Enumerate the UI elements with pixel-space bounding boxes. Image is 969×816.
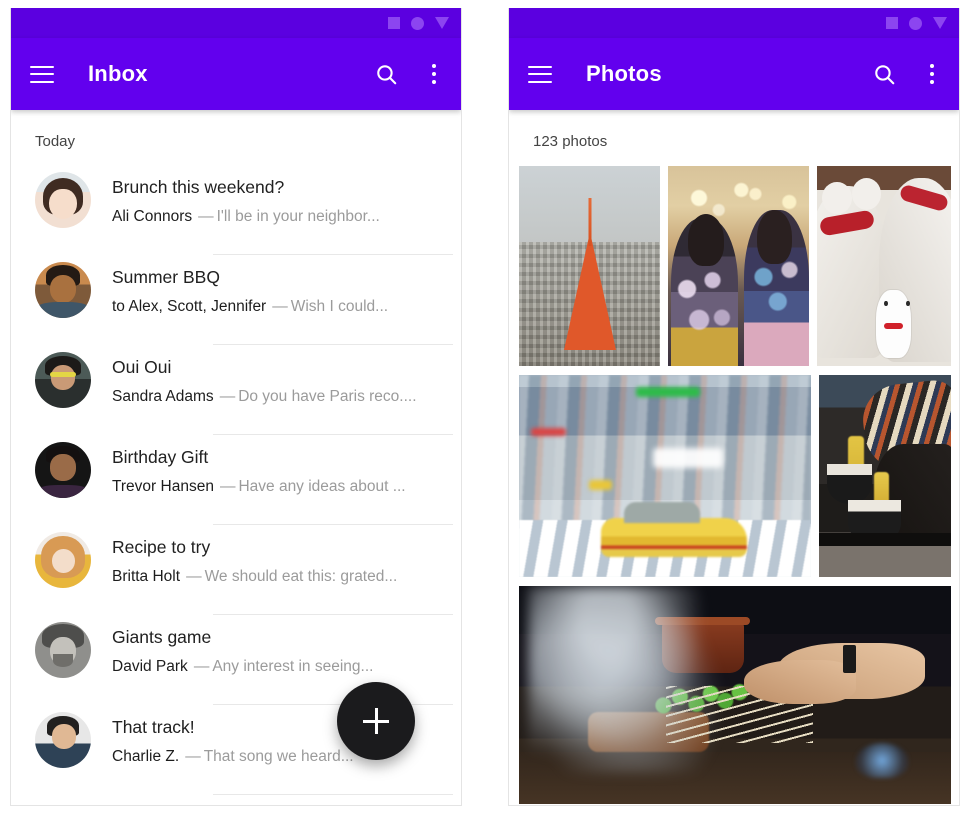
more-vertical-icon[interactable] — [921, 57, 943, 91]
circle-icon — [411, 16, 424, 30]
inbox-content: Today Brunch this weekend? Ali Connors — I… — [11, 110, 461, 805]
mail-snippet: Ali Connors — I'll be in your neighbor... — [112, 205, 453, 229]
mail-dash: — — [272, 298, 288, 315]
mail-sender: Charlie Z. — [112, 748, 180, 765]
mail-text: Summer BBQ to Alex, Scott, Jennifer — Wish… — [112, 255, 453, 345]
list-item[interactable]: Brunch this weekend? Ali Connors — I'll be… — [11, 165, 461, 255]
photo-count-label: 123 photos — [533, 133, 608, 150]
triangle-icon — [933, 17, 947, 29]
mail-text: Oui Oui Sandra Adams — Do you have Paris r… — [112, 345, 453, 435]
photo-thumbnail[interactable] — [819, 375, 951, 577]
mail-dash: — — [219, 388, 236, 405]
search-icon[interactable] — [867, 57, 901, 91]
search-icon[interactable] — [369, 57, 403, 91]
mail-sender: David Park — [112, 658, 188, 675]
hamburger-menu-icon[interactable] — [27, 57, 57, 91]
photo-thumbnail[interactable] — [817, 166, 951, 366]
dual-phone-preview: Inbox Today Brunch this weekend? Ali Con… — [0, 0, 969, 816]
avatar — [35, 532, 91, 588]
triangle-icon — [435, 17, 449, 29]
photos-content: 123 photos — [509, 110, 959, 805]
mail-text: Recipe to try Britta Holt — We should eat … — [112, 525, 453, 615]
more-vertical-icon[interactable] — [423, 57, 445, 91]
avatar — [35, 712, 91, 768]
status-icon-group — [886, 8, 947, 38]
mail-dash: — — [185, 748, 201, 765]
avatar — [35, 172, 91, 228]
avatar — [35, 442, 91, 498]
photos-panel: Photos 123 photos — [508, 8, 960, 806]
list-divider — [213, 794, 453, 795]
avatar — [35, 262, 91, 318]
mail-subject: Oui Oui — [112, 357, 172, 377]
hamburger-menu-icon[interactable] — [525, 57, 555, 91]
page-title: Photos — [586, 61, 662, 86]
mail-preview: That song we heard... — [203, 748, 354, 765]
mail-snippet: Trevor Hansen — Have any ideas about ... — [112, 475, 453, 499]
mail-sender: Trevor Hansen — [112, 478, 214, 495]
photo-thumbnail[interactable] — [519, 166, 660, 366]
list-item[interactable]: Birthday Gift Trevor Hansen — Have any ide… — [11, 435, 461, 525]
mail-subject: Birthday Gift — [112, 447, 209, 467]
inbox-app-bar: Inbox — [11, 38, 461, 110]
photo-grid — [519, 166, 951, 805]
inbox-status-bar — [11, 8, 461, 38]
square-icon — [886, 17, 898, 29]
mail-dash: — — [186, 568, 202, 585]
mail-preview: Any interest in seeing... — [212, 658, 374, 675]
compose-fab-button[interactable] — [337, 682, 415, 760]
mail-subject: Giants game — [112, 627, 212, 647]
mail-text: Birthday Gift Trevor Hansen — Have any ide… — [112, 435, 453, 525]
section-header-today: Today — [35, 133, 76, 150]
list-item[interactable]: Summer BBQ to Alex, Scott, Jennifer — Wish… — [11, 255, 461, 345]
circle-icon — [909, 16, 922, 30]
mail-dash: — — [198, 208, 214, 225]
mail-snippet: David Park — Any interest in seeing... — [112, 655, 453, 679]
mail-preview: Do you have Paris reco.... — [238, 388, 417, 405]
avatar — [35, 622, 91, 678]
mail-snippet: Sandra Adams — Do you have Paris reco.... — [112, 385, 453, 409]
status-icon-group — [388, 8, 449, 38]
mail-snippet: to Alex, Scott, Jennifer — Wish I could... — [112, 295, 453, 319]
avatar — [35, 352, 91, 408]
page-title: Inbox — [88, 61, 148, 86]
square-icon — [388, 17, 400, 29]
photo-thumbnail[interactable] — [668, 166, 809, 366]
mail-sender: Sandra Adams — [112, 388, 214, 405]
mail-preview: I'll be in your neighbor... — [216, 208, 380, 225]
photo-thumbnail[interactable] — [519, 375, 811, 577]
inbox-panel: Inbox Today Brunch this weekend? Ali Con… — [10, 8, 462, 806]
mail-snippet: Britta Holt — We should eat this: grated..… — [112, 565, 453, 589]
list-item[interactable]: Oui Oui Sandra Adams — Do you have Paris r… — [11, 345, 461, 435]
list-item[interactable]: Recipe to try Britta Holt — We should eat … — [11, 525, 461, 615]
mail-preview: Wish I could... — [290, 298, 389, 315]
mail-sender: Britta Holt — [112, 568, 181, 585]
mail-subject: Recipe to try — [112, 537, 211, 557]
photos-app-bar: Photos — [509, 38, 959, 110]
mail-sender: to Alex, Scott, Jennifer — [112, 298, 267, 315]
mail-preview: Have any ideas about ... — [238, 478, 406, 495]
photos-status-bar — [509, 8, 959, 38]
photo-thumbnail[interactable] — [519, 586, 951, 804]
mail-dash: — — [219, 478, 236, 495]
mail-text: Brunch this weekend? Ali Connors — I'll be… — [112, 165, 453, 255]
mail-sender: Ali Connors — [112, 208, 193, 225]
mail-preview: We should eat this: grated... — [204, 568, 398, 585]
mail-subject: Summer BBQ — [112, 267, 220, 287]
mail-dash: — — [193, 658, 210, 675]
mail-subject: Brunch this weekend? — [112, 177, 285, 197]
plus-icon-vertical — [374, 708, 378, 734]
